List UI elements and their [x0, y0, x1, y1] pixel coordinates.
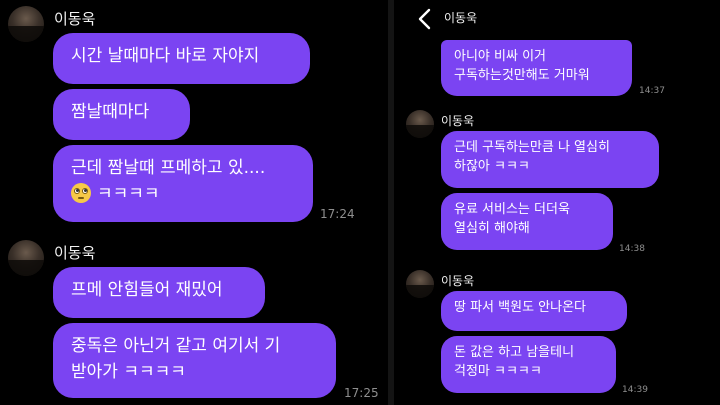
left-chat-panel: 이동욱 시간 날때마다 바로 자야지 짬날때마다 근데 짬날때 프메하고 있..…	[0, 0, 388, 405]
message-bubble[interactable]: 아니야 비싸 이거 구독하는것만해도 거마워	[441, 40, 632, 96]
chat-title: 이동욱	[444, 11, 478, 25]
sender-name: 이동욱	[54, 244, 96, 262]
message-text: 열심히 해야해	[454, 221, 530, 236]
message-bubble[interactable]: 유료 서비스는 더더욱 열심히 해야해	[441, 193, 613, 250]
message-text: 유료 서비스는 더더욱	[454, 202, 570, 217]
message-bubble[interactable]: 땅 파서 백원도 안나온다	[441, 291, 627, 331]
message-time: 17:25	[344, 386, 379, 400]
message-time: 14:37	[639, 86, 665, 96]
message-bubble[interactable]: 중독은 아닌거 같고 여기서 기 받아가 ㅋㅋㅋㅋ	[53, 323, 336, 398]
message-text: 하잖아 ㅋㅋㅋ	[454, 159, 530, 174]
message-text: 돈 값은 하고 남을테니	[454, 345, 575, 360]
sender-name: 이동욱	[441, 114, 475, 128]
right-chat-panel: 이동욱 아니야 비싸 이거 구독하는것만해도 거마워 14:37 이동욱 근데 …	[394, 0, 720, 405]
chevron-left-icon[interactable]	[414, 7, 436, 31]
sender-name: 이동욱	[54, 10, 96, 28]
sender-avatar[interactable]	[8, 240, 44, 276]
sender-name: 이동욱	[441, 274, 475, 288]
message-bubble[interactable]: 짬날때마다	[53, 89, 190, 140]
message-text: ㅋㅋㅋㅋ	[97, 184, 160, 204]
sender-avatar[interactable]	[8, 6, 44, 42]
message-time: 14:39	[622, 385, 648, 395]
message-time: 14:38	[619, 244, 645, 254]
message-bubble[interactable]: 근데 구독하는만큼 나 열심히 하잖아 ㅋㅋㅋ	[441, 131, 659, 188]
message-bubble[interactable]: 프메 안힘들어 재밌어	[53, 267, 265, 318]
message-text: 근데 구독하는만큼 나 열심히	[454, 140, 610, 155]
message-bubble[interactable]: 돈 값은 하고 남을테니 걱정마 ㅋㅋㅋㅋ	[441, 336, 616, 393]
sender-avatar[interactable]	[406, 110, 434, 138]
rolling-eyes-emoji-icon	[71, 183, 91, 203]
message-text: 근데 짬날때 프메하고 있....	[71, 158, 266, 178]
message-text: 받아가 ㅋㅋㅋㅋ	[71, 362, 186, 382]
message-bubble[interactable]: 근데 짬날때 프메하고 있.... ㅋㅋㅋㅋ	[53, 145, 313, 222]
message-text: 아니야 비싸 이거	[454, 49, 546, 64]
message-bubble[interactable]: 시간 날때마다 바로 자야지	[53, 33, 310, 84]
sender-avatar[interactable]	[406, 270, 434, 298]
message-text: 땅 파서 백원도 안나온다	[454, 300, 586, 315]
message-text: 걱정마 ㅋㅋㅋㅋ	[454, 364, 542, 379]
message-text: 프메 안힘들어 재밌어	[71, 280, 223, 300]
message-text: 구독하는것만해도 거마워	[454, 68, 590, 83]
message-text: 짬날때마다	[71, 102, 150, 122]
message-text: 시간 날때마다 바로 자야지	[71, 46, 260, 66]
message-text: 중독은 아닌거 같고 여기서 기	[71, 336, 281, 356]
message-time: 17:24	[320, 207, 355, 221]
